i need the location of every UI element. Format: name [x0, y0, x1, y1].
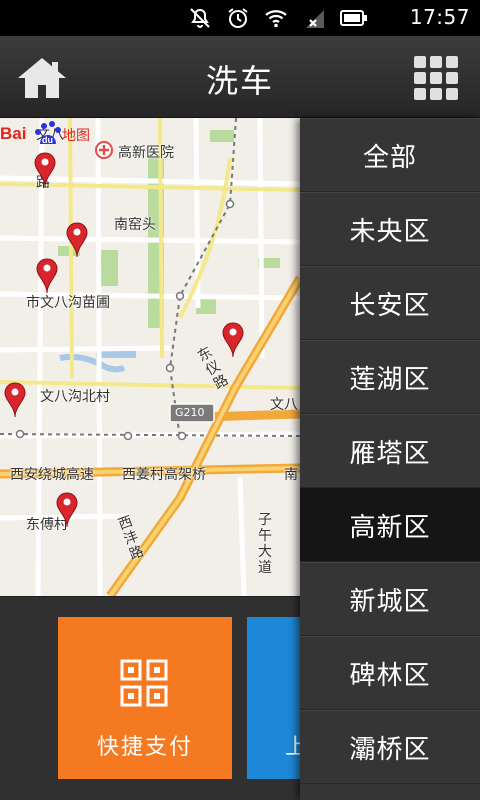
- map-label: 西姜村高架桥: [122, 467, 206, 483]
- page-title: 洗车: [205, 62, 274, 100]
- district-item-lianhu[interactable]: 莲湖区: [300, 340, 480, 414]
- district-item-xincheng[interactable]: 新城区: [300, 562, 480, 636]
- header-bar: 洗车: [0, 36, 480, 118]
- district-item-baqiao[interactable]: 灞桥区: [300, 710, 480, 784]
- map-label: 市文八沟苗圃: [26, 295, 110, 311]
- map-view[interactable]: 文八 路 高新医院 南窑头 市文八沟苗圃 文八沟北村 东仪路 G210 文八 西…: [0, 118, 300, 596]
- district-item-weiyang[interactable]: 未央区: [300, 192, 480, 266]
- map-marker[interactable]: [4, 382, 26, 418]
- mute-icon: [190, 8, 210, 28]
- map-marker[interactable]: [36, 258, 58, 294]
- status-time: 17:57: [409, 5, 470, 29]
- signal-icon: [306, 10, 324, 28]
- svg-text:地图: 地图: [62, 128, 90, 144]
- g210-label: G210: [175, 406, 205, 419]
- map-label: 文八沟北村: [40, 389, 110, 405]
- map-marker[interactable]: [56, 492, 78, 528]
- district-item-gaoxin[interactable]: 高新区: [300, 488, 480, 562]
- district-item-changan[interactable]: 长安区: [300, 266, 480, 340]
- grid-menu-icon[interactable]: [414, 56, 458, 100]
- map-marker[interactable]: [34, 152, 56, 188]
- district-menu: 全部 未央区 长安区 莲湖区 雁塔区 高新区 新城区 碑林区 灞桥区: [300, 118, 480, 800]
- map-marker[interactable]: [66, 222, 88, 258]
- map-label: 文八: [270, 397, 298, 413]
- status-icons: [188, 6, 368, 30]
- alarm-icon: [228, 8, 248, 28]
- map-marker[interactable]: [222, 322, 244, 358]
- district-item-yanta[interactable]: 雁塔区: [300, 414, 480, 488]
- map-label: 子午大道: [258, 512, 272, 576]
- district-item-beilin[interactable]: 碑林区: [300, 636, 480, 710]
- map-label: 南: [284, 467, 298, 483]
- status-bar: 17:57: [0, 0, 480, 36]
- district-item-all[interactable]: 全部: [300, 118, 480, 192]
- battery-icon: [340, 10, 367, 26]
- map-label: 南窑头: [114, 217, 156, 233]
- qr-code-icon: [120, 659, 168, 707]
- app-screen: 17:57 洗车 文八 路 高新医院 南窑头 市文八沟苗圃 文八沟北村 东仪路 …: [0, 0, 480, 800]
- svg-text:Bai: Bai: [0, 124, 26, 143]
- map-label: 西安绕城高速: [10, 467, 94, 483]
- baidu-map-logo: Bai du 地图: [0, 121, 90, 145]
- svg-text:du: du: [42, 135, 53, 145]
- wifi-icon: [265, 10, 287, 28]
- map-label: 高新医院: [118, 145, 174, 161]
- quick-pay-label: 快捷支付: [96, 735, 193, 760]
- quick-pay-button[interactable]: 快捷支付: [58, 617, 232, 779]
